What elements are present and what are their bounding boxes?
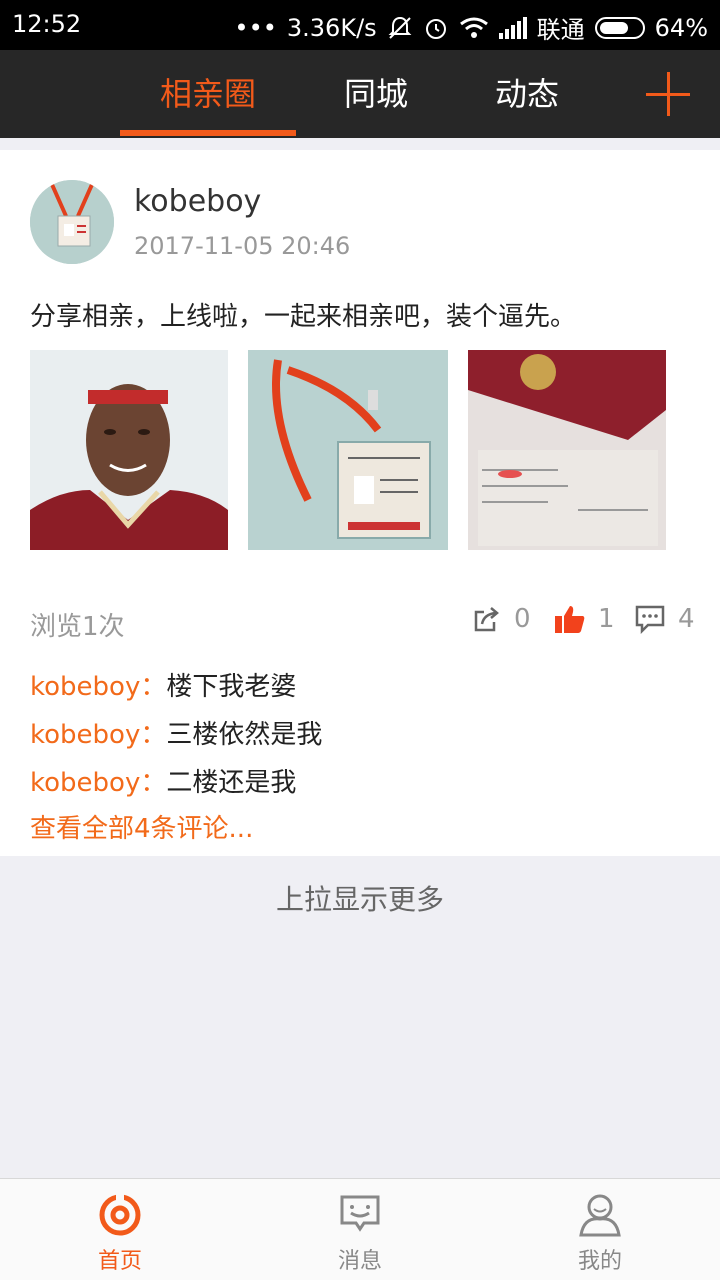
tab-me[interactable]: 我的	[530, 1179, 670, 1280]
battery-icon	[594, 16, 645, 39]
alarm-icon	[425, 18, 446, 39]
view-all-comments-link[interactable]: 查看全部4条评论...	[30, 808, 253, 845]
avatar[interactable]	[30, 180, 114, 264]
active-tab-indicator	[120, 130, 296, 136]
comment-button[interactable]: 4	[634, 604, 695, 634]
comment-item[interactable]: kobeboy：二楼还是我	[30, 762, 296, 799]
status-right: ••• 3.36K/s 联通 64%	[234, 10, 708, 45]
post-photo-portrait[interactable]	[30, 350, 228, 550]
comment-separator: ：	[140, 768, 167, 798]
load-more-hint: 上拉显示更多	[275, 883, 444, 916]
share-button[interactable]: 0	[472, 604, 531, 634]
view-count: 浏览1次	[30, 612, 125, 642]
comment-separator: ：	[140, 720, 167, 750]
bottom-tab-bar: 首页 消息 我的	[0, 1178, 720, 1280]
tab-tongcheng[interactable]: 同城	[316, 50, 436, 138]
signal-icon	[498, 16, 527, 39]
comment-user[interactable]: kobeboy	[30, 672, 140, 702]
comment-user[interactable]: kobeboy	[30, 768, 140, 798]
like-count: 1	[598, 604, 615, 634]
share-count: 0	[514, 604, 531, 634]
message-icon	[340, 1195, 380, 1232]
comment-user[interactable]: kobeboy	[30, 720, 140, 750]
status-time: 12:52	[12, 10, 82, 38]
wifi-icon	[459, 17, 488, 38]
tab-home[interactable]: 首页	[50, 1179, 190, 1280]
post-photo-certificate[interactable]	[468, 350, 666, 550]
post-username[interactable]: kobeboy	[134, 184, 261, 219]
thumbs-up-icon	[555, 606, 585, 633]
tab-home-label: 首页	[97, 1249, 142, 1274]
tab-xiangqinquan[interactable]: 相亲圈	[120, 50, 296, 138]
share-icon	[474, 607, 499, 632]
tab-me-label: 我的	[577, 1249, 622, 1274]
mute-bell-icon	[388, 16, 412, 39]
status-dots: •••	[234, 13, 277, 42]
comment-count: 4	[678, 604, 695, 634]
home-icon	[99, 1193, 141, 1236]
post-photo-badge[interactable]	[248, 350, 448, 550]
comment-text: 三楼依然是我	[166, 720, 323, 750]
battery-percent: 64%	[654, 13, 708, 42]
tab-dongtai[interactable]: 动态	[466, 50, 588, 138]
carrier-name: 联通	[536, 16, 585, 44]
network-speed: 3.36K/s	[286, 13, 377, 42]
tab-messages[interactable]: 消息	[290, 1179, 430, 1280]
post-card: kobeboy 2017-11-05 20:46 分享相亲，上线啦，一起来相亲吧…	[0, 150, 720, 856]
like-button[interactable]: 1	[554, 604, 615, 634]
post-text: 分享相亲，上线啦，一起来相亲吧，装个逼先。	[30, 302, 577, 332]
profile-icon	[579, 1194, 621, 1237]
comment-icon	[635, 605, 665, 634]
post-time: 2017-11-05 20:46	[134, 232, 351, 260]
comment-item[interactable]: kobeboy：楼下我老婆	[30, 666, 296, 703]
status-bar: 12:52 ••• 3.36K/s 联通 64%	[0, 0, 720, 50]
comment-text: 二楼还是我	[166, 768, 297, 798]
top-nav: 相亲圈 同城 动态	[0, 50, 720, 138]
add-post-button[interactable]	[646, 72, 690, 116]
comment-item[interactable]: kobeboy：三楼依然是我	[30, 714, 322, 751]
comment-separator: ：	[140, 672, 167, 702]
comment-text: 楼下我老婆	[166, 672, 297, 702]
tab-messages-label: 消息	[337, 1249, 382, 1274]
